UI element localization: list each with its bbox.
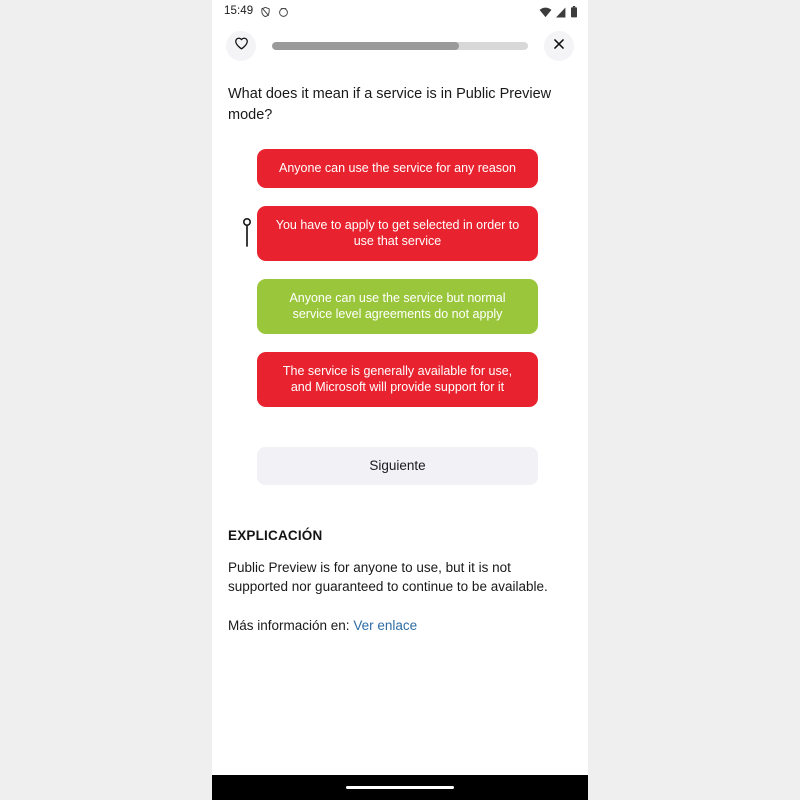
quiz-progress-bar[interactable]	[272, 42, 528, 50]
phone-screen: 15:49 What does it mean if a service is …	[212, 0, 588, 800]
more-info-line: Más información en: Ver enlace	[228, 618, 572, 633]
next-button[interactable]: Siguiente	[257, 446, 538, 485]
explanation-heading: EXPLICACIÓN	[228, 527, 323, 543]
more-info-prefix: Más información en:	[228, 617, 354, 633]
answer-row: The service is generally available for u…	[228, 351, 572, 407]
dnd-circle-icon	[278, 6, 289, 18]
quiz-progress-fill	[272, 42, 459, 50]
close-button[interactable]	[544, 31, 574, 61]
answer-list: Anyone can use the service for any reaso…	[228, 149, 572, 407]
home-gesture-pill[interactable]	[346, 785, 454, 790]
answer-option-4[interactable]: The service is generally available for u…	[257, 351, 538, 407]
vpn-shield-icon	[260, 6, 271, 18]
question-text: What does it mean if a service is in Pub…	[228, 86, 552, 123]
system-navigation-bar	[212, 775, 588, 800]
status-bar-right	[539, 6, 578, 18]
battery-icon	[570, 6, 578, 18]
explanation-body: Public Preview is for anyone to use, but…	[228, 559, 548, 595]
answer-row: Anyone can use the service but normal se…	[228, 278, 572, 334]
favorite-button[interactable]	[226, 31, 256, 61]
wifi-icon	[539, 7, 552, 18]
pin-marker-icon	[241, 217, 253, 249]
cellular-signal-icon	[555, 7, 567, 18]
more-info-link[interactable]: Ver enlace	[353, 618, 417, 633]
answer-option-3[interactable]: Anyone can use the service but normal se…	[257, 278, 538, 334]
status-bar-left: 15:49	[224, 6, 289, 18]
answer-option-2[interactable]: You have to apply to get selected in ord…	[257, 205, 538, 261]
status-bar: 15:49	[212, 0, 588, 24]
answer-row: Anyone can use the service for any reaso…	[228, 149, 572, 188]
answer-row: You have to apply to get selected in ord…	[228, 205, 572, 261]
status-bar-clock: 15:49	[224, 5, 254, 18]
quiz-top-bar	[212, 24, 588, 68]
quiz-content: What does it mean if a service is in Pub…	[212, 68, 588, 775]
answer-option-1[interactable]: Anyone can use the service for any reaso…	[257, 149, 538, 188]
heart-icon	[234, 36, 249, 56]
close-icon	[552, 37, 566, 56]
